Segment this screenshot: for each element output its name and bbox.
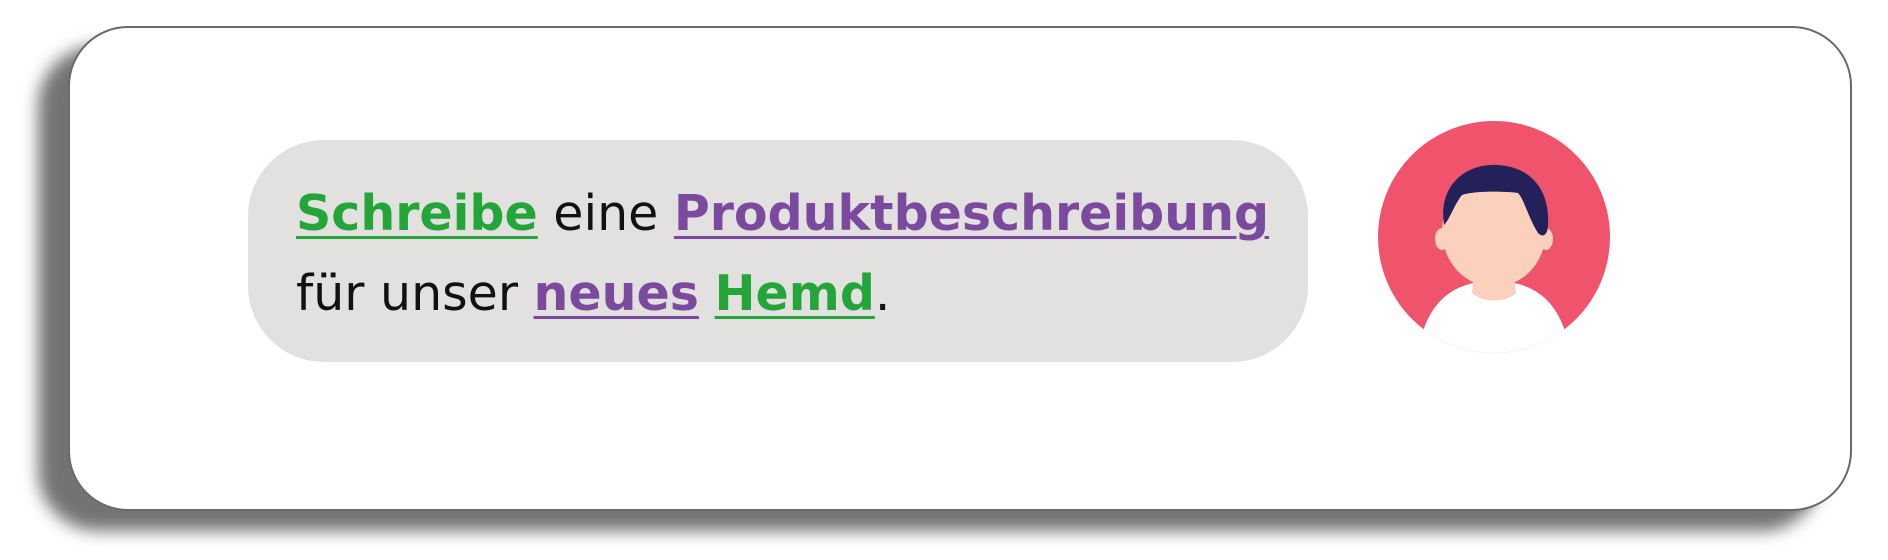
message-line-1: Schreibe eine Produktbeschreibung bbox=[296, 174, 1308, 254]
keyword-produktbeschreibung: Produktbeschreibung bbox=[673, 185, 1270, 242]
keyword-neues: neues bbox=[533, 265, 699, 322]
keyword-hemd: Hemd bbox=[714, 265, 875, 322]
message-bubble: Schreibe eine Produktbeschreibung für un… bbox=[248, 140, 1308, 362]
message-text: . bbox=[874, 265, 891, 322]
message-line-2: für unser neues Hemd. bbox=[296, 254, 1308, 334]
message-text: für unser bbox=[296, 265, 534, 322]
user-avatar-icon bbox=[1378, 121, 1610, 353]
keyword-schreibe: Schreibe bbox=[296, 185, 538, 242]
message-text bbox=[699, 265, 715, 322]
message-text: eine bbox=[537, 185, 674, 242]
